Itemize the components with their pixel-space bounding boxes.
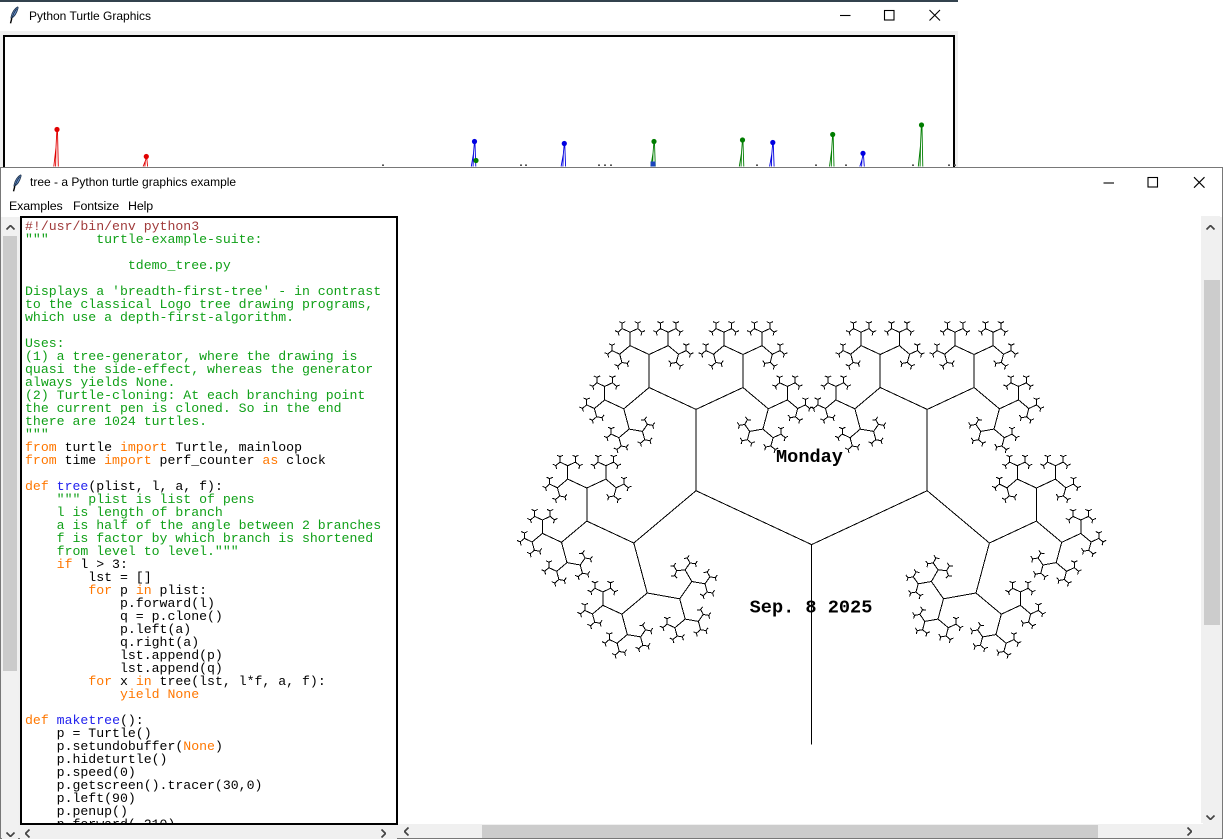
svg-text:Sep. 8 2025: Sep. 8 2025 <box>750 598 873 619</box>
svg-text:Monday: Monday <box>776 447 843 468</box>
